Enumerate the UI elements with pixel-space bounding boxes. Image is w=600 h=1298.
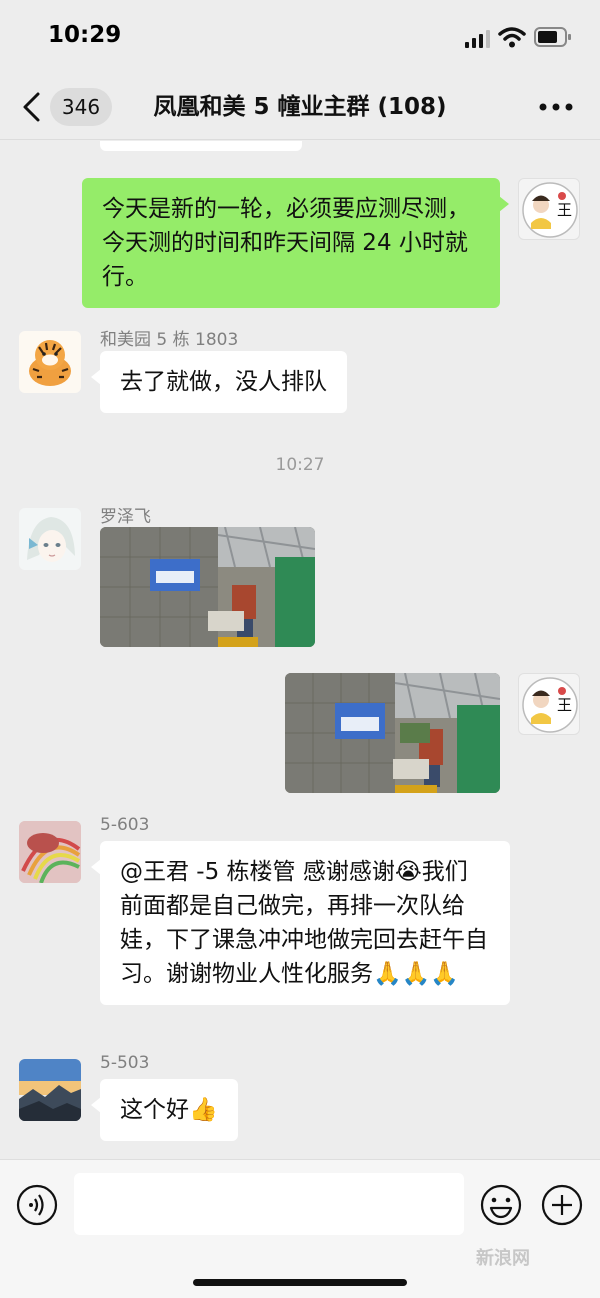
- input-bar: 新浪网: [0, 1159, 600, 1298]
- voice-input-icon[interactable]: [16, 1184, 58, 1226]
- battery-icon: [534, 27, 571, 47]
- home-indicator[interactable]: [193, 1279, 407, 1286]
- shared-photo[interactable]: [100, 527, 315, 647]
- watermark: 新浪网: [476, 1248, 530, 1269]
- rainbow-avatar[interactable]: [19, 821, 81, 883]
- chat-header: 346 凤凰和美 5 幢业主群 (108): [0, 76, 600, 140]
- sender-name: 罗泽飞: [100, 507, 151, 527]
- plus-icon[interactable]: [541, 1184, 583, 1226]
- sender-name: 5-503: [100, 1053, 150, 1073]
- message-input[interactable]: [74, 1173, 464, 1235]
- sender-name: 5-603: [100, 815, 150, 835]
- sender-name: 和美园 5 栋 1803: [100, 330, 239, 350]
- shared-photo[interactable]: [285, 673, 500, 793]
- more-options-icon[interactable]: [538, 101, 574, 113]
- self-avatar-label: 王: [557, 696, 572, 714]
- anime-avatar[interactable]: [19, 508, 81, 570]
- emoji-icon[interactable]: [480, 1184, 522, 1226]
- wifi-icon: [498, 27, 526, 48]
- self-avatar-label: 王: [557, 201, 572, 219]
- tiger-avatar[interactable]: [19, 331, 81, 393]
- message-list[interactable]: 王 今天是新的一轮，必须要应测尽测，今天测的时间和昨天间隔 24 小时就行。 和…: [0, 141, 600, 1159]
- self-avatar[interactable]: 王: [518, 178, 580, 240]
- chat-title: 凤凰和美 5 幢业主群 (108): [153, 94, 447, 120]
- message-bubble-incoming[interactable]: 这个好👍: [91, 1079, 238, 1141]
- message-timestamp: 10:27: [275, 455, 325, 475]
- message-bubble-outgoing[interactable]: 今天是新的一轮，必须要应测尽测，今天测的时间和昨天间隔 24 小时就行。: [82, 178, 509, 308]
- back-arrow-icon[interactable]: [20, 91, 44, 123]
- signal-icon: [465, 30, 490, 48]
- message-bubble-incoming[interactable]: @王君 -5 栋楼管 感谢感谢😭我们前面都是自己做完，再排一次队给娃，下了课急冲…: [91, 841, 510, 1005]
- previous-message-bubble: [100, 141, 302, 151]
- self-avatar[interactable]: 王: [518, 673, 580, 735]
- status-bar: 10:29: [0, 0, 600, 76]
- status-time: 10:29: [48, 22, 122, 48]
- unread-count-badge[interactable]: 346: [50, 88, 112, 126]
- mountain-avatar[interactable]: [19, 1059, 81, 1121]
- message-bubble-incoming[interactable]: 去了就做，没人排队: [91, 351, 347, 413]
